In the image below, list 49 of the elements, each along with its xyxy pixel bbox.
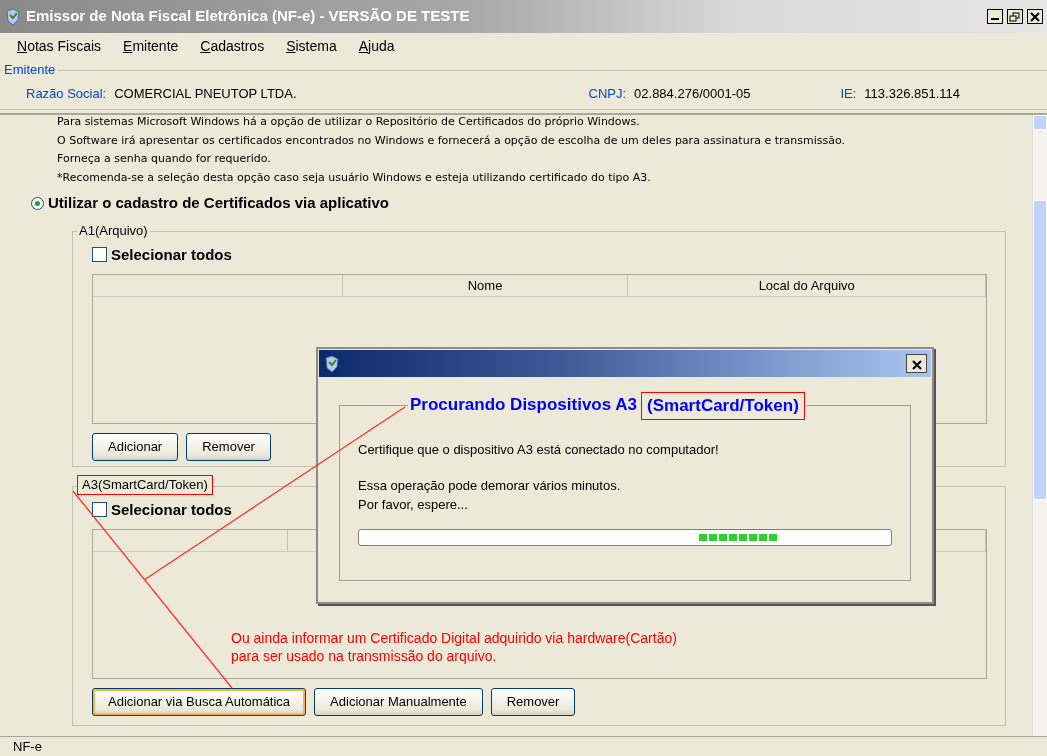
- dialog-heading: Procurando Dispositivos A3: [410, 394, 638, 416]
- checkbox-label: Selecionar todos: [111, 244, 232, 265]
- button[interactable]: Adicionar Manualmente: [314, 688, 483, 716]
- button[interactable]: Adicionar: [92, 433, 179, 461]
- app-logo-icon: [4, 7, 22, 26]
- button[interactable]: Remover: [490, 688, 576, 716]
- close-button[interactable]: [1027, 9, 1043, 24]
- group-legend: A3(SmartCard/Token): [77, 474, 213, 495]
- highlighted-heading: (SmartCard/Token): [641, 392, 805, 420]
- close-button[interactable]: [906, 354, 927, 373]
- info-text: O Software irá apresentar os certificados encontrados no Windows e fornecerá a opção de escolha de um deles para assinatura e transmissão.: [57, 132, 846, 149]
- menu-item[interactable]: Notas Fiscais: [6, 36, 113, 57]
- status-bar: NF-e: [0, 736, 1047, 755]
- dialog-message: Por favor, espere...: [358, 496, 469, 514]
- minimize-button[interactable]: [987, 9, 1003, 24]
- annotation-text: para ser usado na transmissão do arquivo.: [231, 647, 498, 665]
- field-label: IE:: [840, 85, 857, 104]
- field-value: 02.884.276/0001-05: [634, 85, 751, 104]
- checkbox-label: Selecionar todos: [111, 499, 232, 520]
- dialog-message: Essa operação pode demorar vários minutos.: [358, 476, 622, 495]
- app-logo-icon: [323, 354, 341, 373]
- field-value: 113.326.851.114: [864, 85, 961, 104]
- close-icon: [911, 359, 922, 370]
- dialog-message: Certifique que o dispositivo A3 está conectado no computador!: [358, 441, 720, 459]
- scrollbar[interactable]: [1032, 115, 1047, 736]
- info-text: Para sistemas Microsoft Windows há a opção de utilizar o Repositório de Certificados do próprio Windows.: [57, 115, 641, 130]
- menu-item[interactable]: Sistema: [275, 36, 348, 57]
- annotation-text: Ou ainda informar um Certificado Digital adquirido via hardware(Cartão): [231, 629, 677, 647]
- info-text: Forneça a senha quando for requerido.: [57, 151, 272, 167]
- field-value: COMERCIAL PNEUTOP LTDA.: [114, 85, 297, 104]
- button[interactable]: Adicionar via Busca Automática: [92, 688, 307, 716]
- close-icon: [1030, 12, 1040, 23]
- window-title: Emissor de Nota Fiscal Eletrônica (NF-e) - VERSÃO DE TESTE: [26, 6, 471, 27]
- restore-icon: [1009, 11, 1021, 23]
- restore-button[interactable]: [1007, 9, 1023, 24]
- radio-button[interactable]: [31, 196, 44, 210]
- checkbox[interactable]: [92, 502, 107, 518]
- column-header: Nome: [342, 275, 629, 296]
- option-label: Utilizar o cadastro de Certificados via aplicativo: [48, 193, 389, 213]
- button[interactable]: Remover: [186, 433, 271, 461]
- column-header: Local do Arquivo: [628, 275, 986, 296]
- minimize-icon: [991, 18, 999, 20]
- field-label: Razão Social:: [26, 85, 107, 104]
- menu-item[interactable]: Ajuda: [347, 36, 406, 57]
- field-label: CNPJ:: [588, 85, 627, 104]
- checkbox[interactable]: [92, 247, 107, 263]
- menu-item[interactable]: Cadastros: [189, 36, 276, 57]
- info-text: *Recomenda-se a seleção desta opção caso seja usuário Windows e esteja utilizando certificado do tipo A3.: [57, 169, 652, 186]
- menu-item[interactable]: Emitente: [112, 36, 190, 57]
